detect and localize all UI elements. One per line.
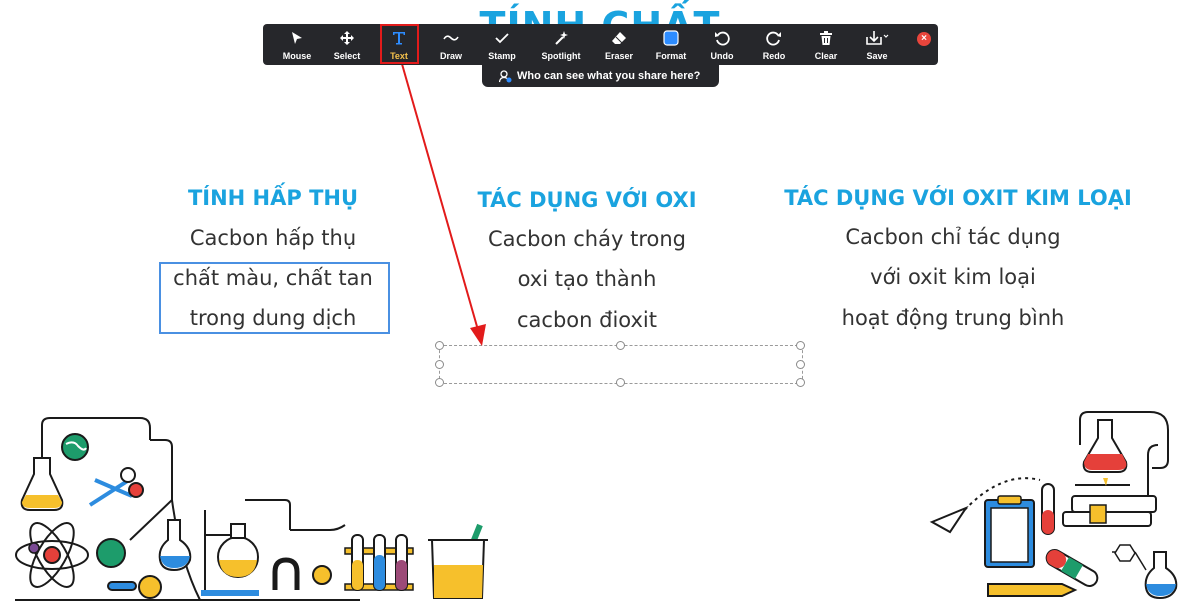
close-icon: × (921, 33, 927, 44)
tool-label: Clear (814, 51, 838, 61)
color-square-icon (663, 30, 679, 46)
redo-icon (766, 31, 781, 46)
tool-format[interactable]: Format (653, 24, 689, 65)
trash-icon (820, 31, 832, 45)
tool-mouse[interactable]: Mouse (279, 24, 315, 65)
tool-select[interactable]: Select (329, 24, 365, 65)
tool-label: Eraser (604, 51, 634, 61)
tool-label: Stamp (488, 51, 516, 61)
person-visibility-icon (499, 70, 512, 83)
undo-icon (715, 31, 730, 46)
annotation-toolbar: Mouse Select Text Draw Stamp Spotlight E… (263, 24, 938, 65)
tool-label: Redo (762, 51, 786, 61)
magic-wand-icon (555, 31, 568, 45)
tool-label: Draw (439, 51, 462, 61)
active-tool-highlight (380, 24, 419, 64)
tool-label: Mouse (282, 51, 312, 61)
save-download-icon (866, 31, 889, 45)
checkmark-icon (495, 33, 509, 44)
tool-undo[interactable]: Undo (704, 24, 740, 65)
tool-label: Save (866, 51, 888, 61)
tool-redo[interactable]: Redo (756, 24, 792, 65)
tool-clear[interactable]: Clear (808, 24, 844, 65)
share-notice-text: Who can see what you share here? (517, 70, 701, 82)
tool-spotlight[interactable]: Spotlight (537, 24, 585, 65)
presentation-slide: TÍNH CHẤT CACBON TÍNH HẤP THỤ Cacbon hấp… (0, 0, 1200, 615)
move-arrows-icon (340, 31, 354, 45)
tool-label: Select (333, 51, 361, 61)
draw-wave-icon (443, 35, 459, 41)
close-annotation-button[interactable]: × (917, 32, 931, 46)
tool-label: Spotlight (541, 51, 581, 61)
tool-save[interactable]: Save (859, 24, 895, 65)
tool-label: Undo (710, 51, 734, 61)
annotation-arrow (401, 63, 486, 346)
tool-stamp[interactable]: Stamp (484, 24, 520, 65)
tool-draw[interactable]: Draw (433, 24, 469, 65)
share-visibility-banner[interactable]: Who can see what you share here? (482, 65, 719, 87)
tool-eraser[interactable]: Eraser (601, 24, 637, 65)
eraser-icon (612, 32, 626, 44)
tool-label: Format (655, 51, 687, 61)
cursor-arrow-icon (292, 32, 302, 44)
